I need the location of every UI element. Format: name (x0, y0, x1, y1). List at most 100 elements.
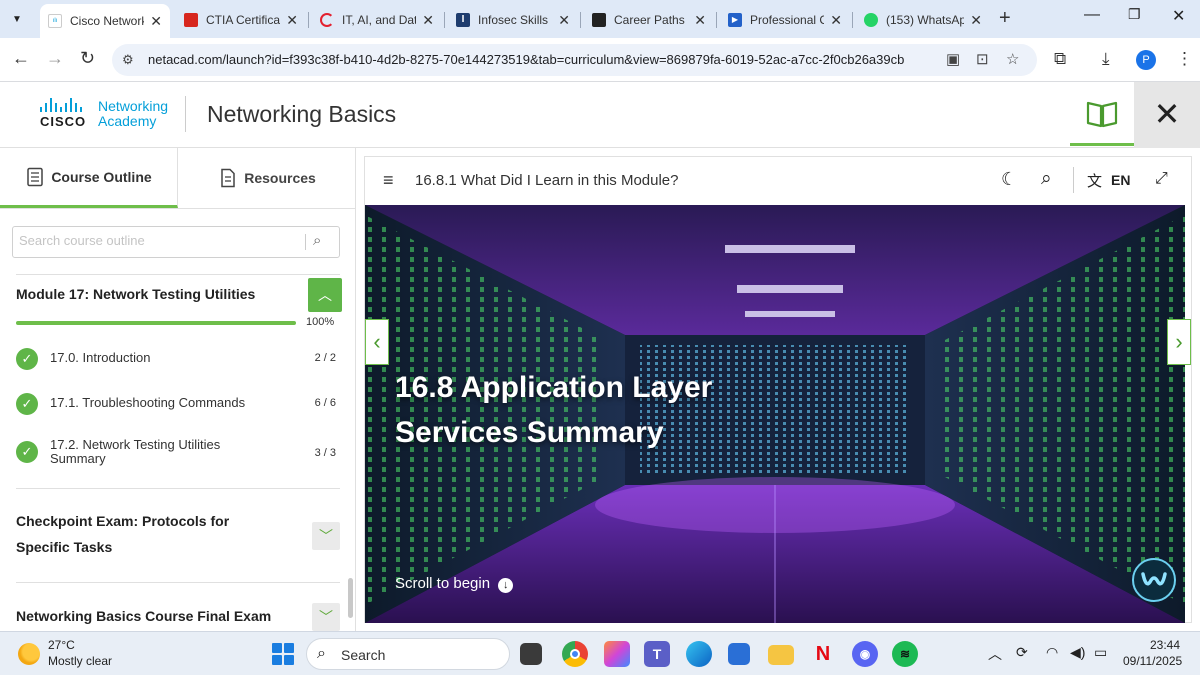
show-hidden-icons-chevron-icon[interactable]: ︿ (988, 644, 1002, 664)
infosec-favicon-icon: I (456, 13, 470, 27)
collapse-menu-icon[interactable]: ≡ (383, 170, 394, 191)
bookmark-star-icon[interactable]: ☆ (1006, 50, 1019, 68)
taskbar-search[interactable]: ⌕ Search (306, 638, 510, 670)
window-close-icon[interactable]: ✕ (1172, 6, 1185, 26)
module-title[interactable]: Checkpoint Exam: Protocols for Specific … (16, 508, 266, 560)
next-page-chevron-icon[interactable]: › (1167, 319, 1191, 365)
close-tab-icon[interactable]: ✕ (286, 12, 298, 29)
language-label[interactable]: EN (1111, 172, 1130, 188)
close-tab-icon[interactable]: ✕ (150, 13, 162, 30)
netflix-icon[interactable]: N (810, 641, 836, 667)
tab-cisco-networking[interactable]: ılı Cisco Networking ✕ (40, 4, 170, 38)
tab-title: Career Paths | (614, 13, 689, 27)
sidebar-scrollbar[interactable] (348, 578, 353, 618)
menu-kebab-icon[interactable]: ⋮ (1176, 49, 1193, 69)
close-tab-icon[interactable]: ✕ (830, 12, 842, 29)
lesson-content-panel: ≡ 16.8.1 What Did I Learn in this Module… (364, 156, 1192, 623)
spotify-icon[interactable]: ≋ (892, 641, 918, 667)
chrome-icon[interactable] (562, 641, 588, 667)
install-app-icon[interactable]: ⊡ (976, 50, 989, 68)
clock-date[interactable]: 09/11/2025 (1123, 654, 1182, 668)
open-book-icon (1086, 101, 1118, 128)
file-explorer-icon[interactable] (768, 645, 794, 665)
lesson-count: 2 / 2 (314, 352, 336, 364)
discord-icon[interactable]: ◉ (852, 641, 878, 667)
expand-chevron-down-icon[interactable]: ﹀ (312, 522, 340, 550)
tracking-blocked-icon[interactable]: ▣ (946, 50, 960, 68)
tab-professional[interactable]: ▶ Professional C ✕ (720, 5, 850, 35)
collapse-chevron-up-icon[interactable]: ︿ (308, 278, 342, 312)
tab-search-chevron-icon[interactable]: ▼ (6, 9, 28, 31)
lesson-label: 17.2. Network Testing Utilities Summary (50, 437, 221, 466)
whatsapp-favicon-icon (864, 13, 878, 27)
module-title[interactable]: Networking Basics Course Final Exam (16, 603, 296, 629)
tab-title: Cisco Networking (70, 14, 144, 28)
sync-icon[interactable]: ⟳ (1016, 644, 1028, 661)
close-course-button[interactable]: ✕ (1134, 82, 1200, 148)
hero-banner: 16.8 Application Layer Services Summary … (365, 205, 1185, 623)
translate-icon[interactable]: 文 (1087, 170, 1102, 191)
tab-ctia[interactable]: CTIA Certification ✕ (176, 5, 306, 35)
store-icon[interactable] (728, 643, 750, 665)
tab-resources[interactable]: Resources (178, 148, 355, 208)
cisco-logo[interactable]: CISCO (40, 98, 86, 129)
url-text: netacad.com/launch?id=f393c38f-b410-4d2b… (148, 52, 905, 67)
windows-start-icon[interactable] (272, 643, 294, 665)
checkmark-icon: ✓ (16, 441, 38, 463)
lesson-count: 6 / 6 (314, 397, 336, 409)
close-tab-icon[interactable]: ✕ (970, 12, 982, 29)
close-tab-icon[interactable]: ✕ (422, 12, 434, 29)
weather-sun-icon[interactable] (18, 643, 40, 665)
wifi-icon[interactable]: ◠ (1046, 644, 1058, 661)
lesson-label: 17.1. Troubleshooting Commands (50, 395, 246, 410)
forward-icon[interactable]: → (46, 48, 64, 69)
battery-icon[interactable]: ▭ (1094, 644, 1107, 661)
page-title: 16.8.1 What Did I Learn in this Module? (415, 172, 679, 189)
tab-title: Professional C (750, 13, 825, 27)
module-progress-label: 100% (306, 316, 335, 328)
close-tab-icon[interactable]: ✕ (558, 12, 570, 29)
tab-infosec[interactable]: I Infosec Skills ✕ (448, 5, 578, 35)
weather-temperature[interactable]: 27°C (48, 638, 75, 652)
tab-it-ai-data[interactable]: IT, AI, and Data ✕ (312, 5, 442, 35)
new-tab-button[interactable]: + (999, 7, 1011, 30)
task-view-icon[interactable] (520, 643, 542, 665)
copilot-icon[interactable] (604, 641, 630, 667)
expand-chevron-down-icon[interactable]: ﹀ (312, 603, 340, 631)
play-favicon-icon: ▶ (728, 13, 742, 27)
reload-icon[interactable]: ↻ (80, 48, 95, 69)
webex-assistant-icon[interactable] (1132, 558, 1176, 602)
profile-avatar[interactable]: P (1136, 50, 1156, 70)
back-icon[interactable]: ← (12, 48, 30, 69)
search-icon[interactable]: ⌕ (313, 232, 321, 249)
extensions-icon[interactable]: ⧉ (1054, 49, 1066, 69)
fullscreen-expand-icon[interactable]: ⤢ (1155, 170, 1168, 188)
edge-icon[interactable] (686, 641, 712, 667)
search-icon[interactable]: ⌕ (1041, 168, 1052, 190)
brand-line-2: Academy (98, 113, 157, 129)
address-bar[interactable]: ⚙ netacad.com/launch?id=f393c38f-b410-4d… (112, 44, 1037, 76)
weather-condition[interactable]: Mostly clear (48, 654, 112, 668)
teams-icon[interactable]: T (644, 641, 670, 667)
close-tab-icon[interactable]: ✕ (694, 12, 706, 29)
cisco-favicon-icon: ılı (48, 14, 62, 28)
hero-title: 16.8 Application Layer Services Summary (395, 371, 713, 449)
outline-search-input[interactable] (19, 233, 299, 248)
dark-mode-moon-icon[interactable]: ☾ (1001, 169, 1017, 190)
outline-search-box: ⌕ (12, 226, 340, 258)
previous-page-chevron-icon[interactable]: ‹ (365, 319, 389, 365)
minimize-icon[interactable]: — (1084, 6, 1100, 24)
tab-course-outline[interactable]: Course Outline (0, 148, 178, 208)
tab-title: IT, AI, and Data (342, 13, 417, 27)
volume-icon[interactable]: ◀) (1070, 644, 1085, 661)
site-info-icon[interactable]: ⚙ (122, 52, 134, 68)
tab-career-paths[interactable]: Career Paths | ✕ (584, 5, 714, 35)
book-button[interactable] (1070, 82, 1134, 146)
module-progress-bar (16, 321, 296, 325)
tab-whatsapp[interactable]: (153) WhatsApp ✕ (856, 5, 990, 35)
scroll-to-begin[interactable]: Scroll to begin ↓ (395, 575, 514, 593)
downloads-icon[interactable]: ⤓ (1102, 49, 1110, 69)
clock-time[interactable]: 23:44 (1150, 638, 1180, 652)
module-title[interactable]: Module 17: Network Testing Utilities (16, 281, 286, 307)
restore-icon[interactable]: ❐ (1128, 6, 1141, 23)
